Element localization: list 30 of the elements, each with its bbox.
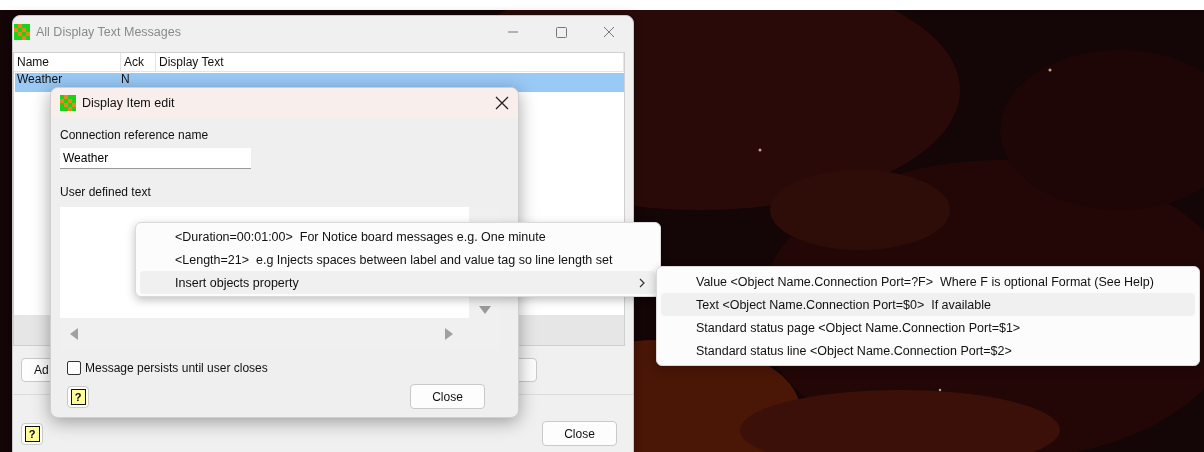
down-arrow-icon[interactable] — [479, 306, 491, 314]
menu-item[interactable]: <Length=21> e.g Injects spaces between label and value tag so line length set — [140, 248, 656, 271]
column-header[interactable]: Ack — [121, 53, 156, 71]
menu-item[interactable]: Standard status page <Object Name.Connection Port=$1> — [661, 316, 1195, 339]
table-cell-text: Weather — [16, 73, 64, 88]
close-icon[interactable] — [495, 96, 509, 110]
dialog-title: Display Item edit — [82, 96, 175, 110]
close-button[interactable]: Close — [410, 384, 485, 409]
field-label: User defined text — [60, 185, 152, 199]
window-title: All Display Text Messages — [36, 25, 181, 39]
right-arrow-icon[interactable] — [445, 328, 453, 340]
menu-item[interactable]: <Duration=00:01:00> For Notice board messages e.g. One minute — [140, 225, 656, 248]
table-cell-text: N — [120, 73, 131, 88]
checkbox[interactable] — [67, 361, 81, 375]
column-header[interactable]: Display Text — [156, 53, 624, 71]
app-icon — [60, 95, 76, 111]
menu-item[interactable]: Text <Object Name.Connection Port=$0> If available — [661, 293, 1195, 316]
help-button[interactable]: ? — [67, 385, 89, 408]
column-header[interactable]: Name — [14, 53, 121, 71]
close-button[interactable]: Close — [542, 421, 617, 446]
chevron-icon — [638, 277, 646, 288]
field-label: Connection reference name — [60, 128, 210, 142]
app-icon — [14, 24, 30, 40]
left-arrow-icon[interactable] — [70, 328, 78, 340]
menu-item[interactable]: Standard status line <Object Name.Connection Port=$2> — [661, 339, 1195, 362]
checkbox-label: Message persists until user closes — [85, 361, 268, 375]
input-field[interactable]: Weather — [60, 148, 251, 169]
menu-item[interactable]: Value <Object Name.Connection Port=?F> Where F is optional Format (See Help) — [661, 270, 1195, 293]
menu-item[interactable]: Insert objects property — [140, 271, 656, 294]
help-button[interactable]: ? — [21, 422, 43, 445]
